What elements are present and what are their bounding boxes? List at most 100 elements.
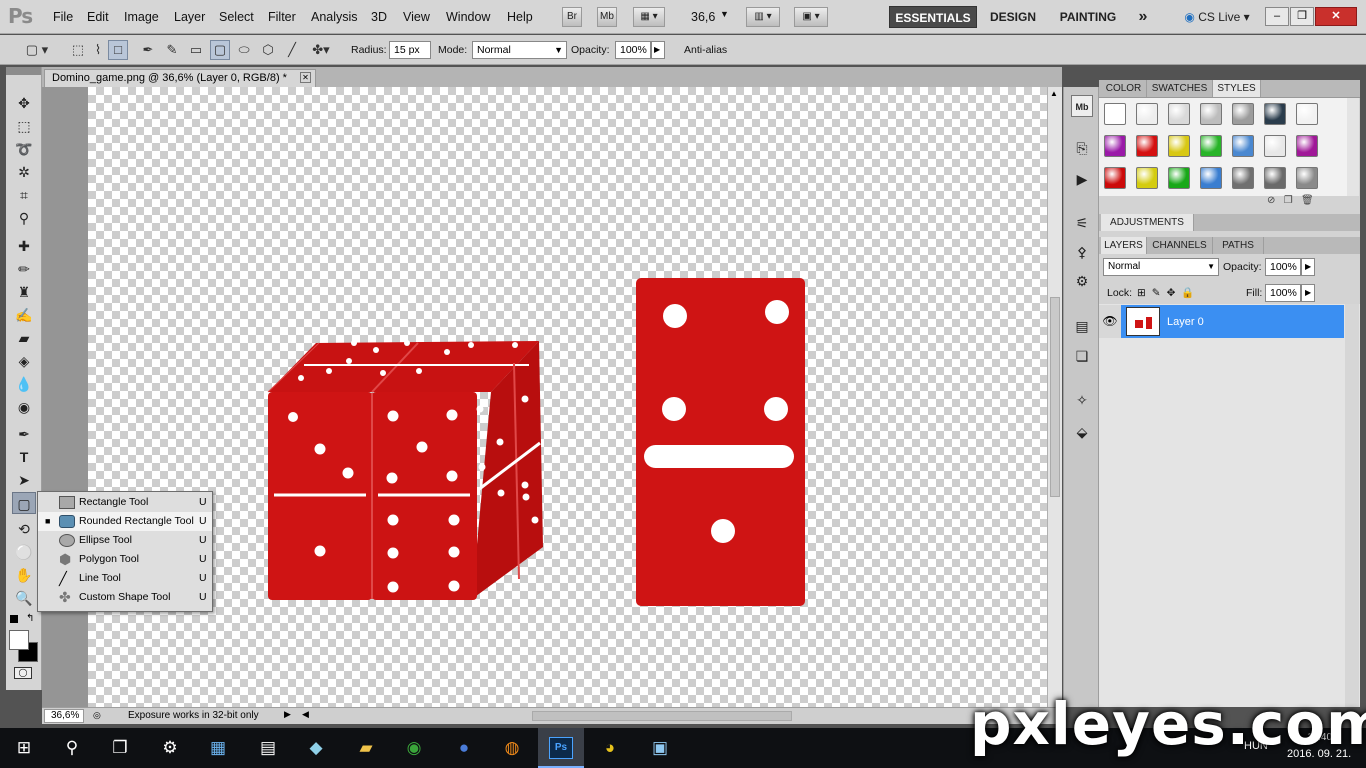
blur-tool-icon[interactable]: 💧 [12, 373, 36, 395]
rounded-rectangle-icon[interactable]: ▢ [210, 40, 230, 60]
status-menu-arrow-icon[interactable]: ▶ [284, 709, 291, 720]
style-swatch[interactable] [1296, 167, 1318, 189]
quick-selection-tool-icon[interactable]: ✲ [12, 161, 36, 183]
style-swatch[interactable] [1104, 135, 1126, 157]
freeform-pen-icon[interactable]: ✎ [162, 40, 182, 60]
measurement-panel-icon[interactable]: ⬙ [1071, 421, 1093, 443]
chrome-icon[interactable]: ◕ [596, 734, 624, 762]
menu-3d[interactable]: 3D [371, 10, 387, 24]
paragraph-panel-icon[interactable]: ❏ [1071, 345, 1093, 367]
style-swatch[interactable] [1168, 135, 1190, 157]
notepad-icon[interactable]: ◆ [302, 734, 330, 762]
tab-color[interactable]: COLOR [1101, 80, 1147, 97]
flyout-rounded-rectangle-tool[interactable]: ■ Rounded Rectangle Tool U [38, 512, 212, 531]
style-swatch[interactable] [1296, 135, 1318, 157]
mini-bridge-button[interactable]: Mb [597, 7, 617, 27]
dodge-tool-icon[interactable]: ◉ [12, 396, 36, 418]
cs-live-button[interactable]: ◉ CS Live ▾ [1178, 6, 1256, 28]
menu-view[interactable]: View [403, 10, 430, 24]
more-workspaces-icon[interactable]: » [1132, 6, 1154, 28]
style-swatch[interactable] [1232, 167, 1254, 189]
tab-adjustments[interactable]: ADJUSTMENTS [1101, 214, 1194, 231]
flyout-rectangle-tool[interactable]: Rectangle Tool U [38, 493, 212, 512]
mode-select[interactable]: Normal ▼ [472, 41, 567, 59]
ellipse-icon[interactable]: ⬭ [234, 40, 254, 60]
fill-arrow-icon[interactable]: ▶ [1301, 284, 1315, 302]
style-swatch[interactable] [1264, 103, 1286, 125]
paths-icon[interactable]: ⌇ [88, 40, 108, 60]
custom-shape-icon[interactable]: ✤▾ [306, 40, 336, 60]
photoshop-taskbar-button[interactable]: Ps [538, 728, 584, 768]
rounded-rectangle-tool-icon[interactable]: ▢ [12, 492, 36, 514]
screen-mode-button[interactable]: ▣ ▾ [794, 7, 828, 27]
tool-preset-picker[interactable]: ▢ ▾ [20, 40, 54, 60]
crop-tool-icon[interactable]: ⌗ [12, 184, 36, 206]
opacity-input[interactable]: 100% [615, 41, 651, 59]
style-swatch[interactable] [1200, 135, 1222, 157]
status-zoom-field[interactable]: 36,6% [44, 709, 84, 723]
lasso-tool-icon[interactable]: ➰ [12, 138, 36, 160]
arrange-documents-button[interactable]: ▥ ▾ [746, 7, 780, 27]
globe-app-icon[interactable]: ● [450, 734, 478, 762]
menu-select[interactable]: Select [219, 10, 254, 24]
fill-pixels-icon[interactable]: □ [108, 40, 128, 60]
zoom-tool-icon[interactable]: 🔍 [12, 587, 36, 609]
status-info-icon[interactable]: ◎ [93, 710, 101, 721]
style-swatch[interactable] [1168, 167, 1190, 189]
history-brush-tool-icon[interactable]: ✍ [12, 304, 36, 326]
lock-icons[interactable]: ⊞✎✥🔒 [1137, 286, 1200, 299]
polygon-icon[interactable]: ⬡ [258, 40, 278, 60]
utorrent-icon[interactable]: ◉ [400, 734, 428, 762]
blend-mode-select[interactable]: Normal ▼ [1103, 258, 1219, 276]
clone-stamp-tool-icon[interactable]: ♜ [12, 281, 36, 303]
marquee-tool-icon[interactable]: ⬚ [12, 115, 36, 137]
3d-orbit-tool-icon[interactable]: ⚪ [12, 541, 36, 563]
horizontal-scrollbar-thumb[interactable] [532, 711, 792, 721]
layer-name[interactable]: Layer 0 [1167, 316, 1204, 328]
style-swatch[interactable] [1232, 103, 1254, 125]
document-canvas[interactable] [88, 87, 1051, 707]
view-extras-button[interactable]: ▦ ▾ [633, 7, 665, 27]
paint-bucket-tool-icon[interactable]: ◈ [12, 350, 36, 372]
style-swatch[interactable] [1200, 167, 1222, 189]
flyout-polygon-tool[interactable]: ⬢ Polygon Tool U [38, 550, 212, 569]
path-selection-tool-icon[interactable]: ➤ [12, 469, 36, 491]
tool-presets-icon[interactable]: ⚙ [1071, 270, 1093, 292]
tab-layers[interactable]: LAYERS [1101, 237, 1147, 254]
task-view-icon[interactable]: ❐ [106, 734, 134, 762]
flyout-line-tool[interactable]: ╱ Line Tool U [38, 569, 212, 588]
menu-help[interactable]: Help [507, 10, 533, 24]
shape-layers-icon[interactable]: ⬚ [68, 40, 88, 60]
style-swatch[interactable] [1232, 135, 1254, 157]
vertical-scrollbar[interactable]: ▲ [1047, 87, 1062, 707]
calculator-icon[interactable]: ▤ [254, 734, 282, 762]
menu-window[interactable]: Window [446, 10, 490, 24]
toolbar-header[interactable] [6, 67, 41, 75]
layer-row[interactable]: 👁 Layer 0 [1099, 305, 1344, 338]
pen-icon[interactable]: ✒ [138, 40, 158, 60]
style-swatch[interactable] [1104, 103, 1126, 125]
tab-styles[interactable]: STYLES [1213, 80, 1261, 97]
layer-opacity-input[interactable]: 100% [1265, 258, 1301, 276]
style-swatch[interactable] [1104, 167, 1126, 189]
chevron-down-icon[interactable]: ▼ [720, 9, 729, 19]
move-tool-icon[interactable]: ✥ [12, 92, 36, 114]
3d-panel-icon[interactable]: ✧ [1071, 389, 1093, 411]
hand-tool-icon[interactable]: ✋ [12, 564, 36, 586]
style-swatch[interactable] [1296, 103, 1318, 125]
close-button[interactable]: ✕ [1315, 7, 1357, 26]
scroll-up-icon[interactable]: ▲ [1050, 89, 1058, 98]
type-tool-icon[interactable]: T [12, 446, 36, 468]
tab-channels[interactable]: CHANNELS [1147, 237, 1213, 254]
quick-mask-icon[interactable]: ◯ [14, 667, 32, 679]
radius-input[interactable]: 15 px [389, 41, 431, 59]
opacity-slider-arrow-icon[interactable]: ▶ [651, 41, 665, 59]
eye-icon[interactable]: 👁 [1099, 305, 1121, 338]
3d-rotate-tool-icon[interactable]: ⟲ [12, 518, 36, 540]
bridge-button[interactable]: Br [562, 7, 582, 27]
pen-tool-icon[interactable]: ✒ [12, 423, 36, 445]
history-panel-icon[interactable]: ⎘ [1071, 137, 1093, 159]
brush-tool-icon[interactable]: ✏ [12, 258, 36, 280]
search-icon[interactable]: ⚲ [58, 734, 86, 762]
document-tab[interactable]: Domino_game.png @ 36,6% (Layer 0, RGB/8)… [44, 69, 316, 87]
